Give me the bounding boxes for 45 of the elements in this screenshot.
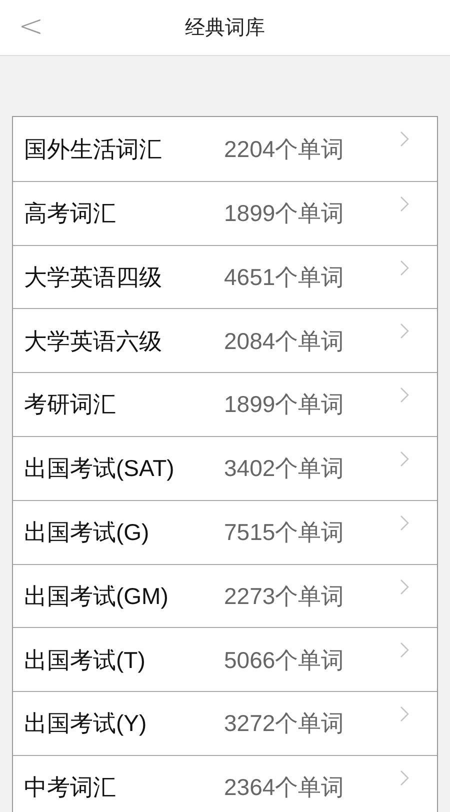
list-row[interactable]: 出国考试(GM) 2273个单词 xyxy=(13,564,437,628)
list-row[interactable]: 高考词汇 1899个单词 xyxy=(13,180,437,245)
word-count: 3272个单词 xyxy=(224,709,344,738)
word-count: 4651个单词 xyxy=(224,262,344,292)
wordlist-name: 出国考试(T) xyxy=(24,646,146,675)
word-count: 1899个单词 xyxy=(224,198,344,228)
wordlist-name: 出国考试(SAT) xyxy=(24,454,176,484)
list-row[interactable]: 出国考试(G) 7515个单词 xyxy=(13,500,437,564)
list-row[interactable]: 国外生活词汇 2204个单词 xyxy=(13,117,437,181)
word-count: 7515个单词 xyxy=(224,518,344,547)
wordlist-name: 出国考试(GM) xyxy=(24,582,170,611)
word-count: 2273个单词 xyxy=(224,582,344,611)
chevron-icon xyxy=(400,196,409,212)
wordlist-name: 考研词汇 xyxy=(24,390,117,420)
word-count: 3402个单词 xyxy=(224,454,344,484)
chevron-icon xyxy=(400,770,409,786)
word-count: 2204个单词 xyxy=(224,134,344,164)
chevron-icon xyxy=(400,706,409,722)
chevron-icon xyxy=(400,387,409,404)
list-row[interactable]: 大学英语六级 2084个单词 xyxy=(13,308,437,372)
chevron-icon xyxy=(400,578,409,595)
wordlist-name: 国外生活词汇 xyxy=(24,134,163,164)
chevron-icon xyxy=(400,450,409,467)
wordlist-name: 出国考试(G) xyxy=(24,518,150,547)
wordlist-name: 中考词汇 xyxy=(24,773,117,802)
wordlist-name: 高考词汇 xyxy=(24,198,117,228)
chevron-icon xyxy=(400,323,409,340)
list-row[interactable]: 大学英语四级 4651个单词 xyxy=(13,244,437,308)
chevron-icon xyxy=(400,260,409,276)
page-title: 经典词库 xyxy=(185,16,265,40)
word-count: 1899个单词 xyxy=(224,390,344,420)
list-row[interactable]: 考研词汇 1899个单词 xyxy=(13,372,437,436)
chevron-icon xyxy=(400,131,409,147)
chevron-icon xyxy=(400,514,409,531)
list-row[interactable]: 出国考试(T) 5066个单词 xyxy=(13,627,437,692)
list-row[interactable]: 出国考试(Y) 3272个单词 xyxy=(13,691,437,755)
chevron-icon xyxy=(400,642,409,658)
list-row[interactable]: 中考词汇 2364个单词 xyxy=(13,754,437,812)
wordlist-name: 出国考试(Y) xyxy=(24,709,148,738)
wordlist-name: 大学英语六级 xyxy=(24,326,163,356)
word-count: 5066个单词 xyxy=(224,646,344,675)
word-count: 2364个单词 xyxy=(224,773,344,802)
wordlist-name: 大学英语四级 xyxy=(24,262,163,292)
list-row[interactable]: 出国考试(SAT) 3402个单词 xyxy=(13,436,437,500)
word-count: 2084个单词 xyxy=(224,326,344,356)
